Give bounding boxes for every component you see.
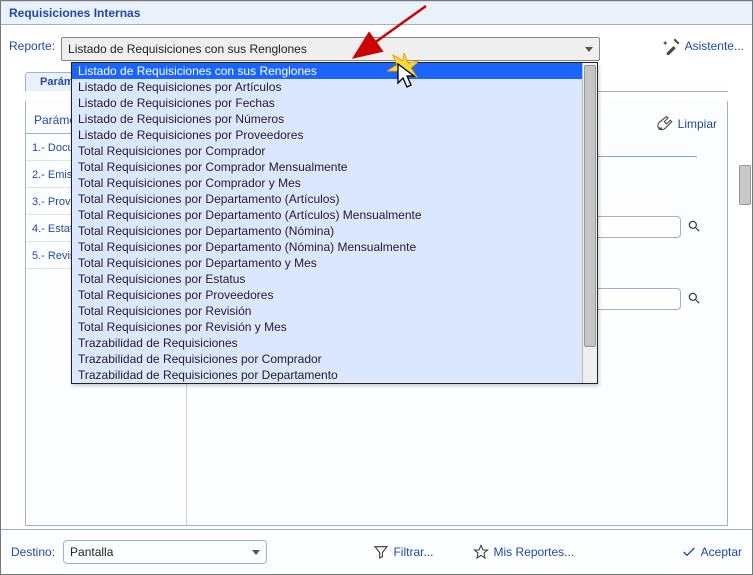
reporte-label: Reporte: xyxy=(9,39,55,53)
destino-select[interactable]: Pantalla xyxy=(63,540,267,564)
reporte-option[interactable]: Total Requisiciones por Comprador Mensua… xyxy=(72,159,597,175)
requisitions-window: Requisiciones Internas Reporte: Listado … xyxy=(0,0,753,575)
chevron-down-icon xyxy=(252,550,260,555)
filter-icon xyxy=(373,544,389,560)
limpiar-button[interactable]: Limpiar xyxy=(656,115,717,133)
reporte-dropdown-list: Listado de Requisiciones con sus Renglon… xyxy=(72,63,597,383)
reporte-option[interactable]: Total Requisiciones por Revisión y Mes xyxy=(72,319,597,335)
reporte-select-value: Listado de Requisiciones con sus Renglon… xyxy=(68,42,307,56)
reporte-option[interactable]: Total Requisiciones por Proveedores xyxy=(72,287,597,303)
reporte-select[interactable]: Listado de Requisiciones con sus Renglon… xyxy=(61,37,600,61)
asistente-button[interactable]: Asistente... xyxy=(663,37,744,55)
reporte-option[interactable]: Total Requisiciones por Departamento (Nó… xyxy=(72,223,597,239)
aceptar-label: Aceptar xyxy=(701,545,742,559)
report-selector-row: Reporte: Listado de Requisiciones con su… xyxy=(1,25,752,65)
reporte-option[interactable]: Total Requisiciones por Departamento (Ar… xyxy=(72,191,597,207)
reporte-option[interactable]: Listado de Requisiciones por Proveedores xyxy=(72,127,597,143)
reporte-option[interactable]: Trazabilidad de Requisiciones por Depart… xyxy=(72,367,597,383)
reporte-option[interactable]: Listado de Requisiciones con sus Renglon… xyxy=(72,63,597,79)
reporte-option[interactable]: Total Requisiciones por Departamento (Ar… xyxy=(72,207,597,223)
wizard-icon xyxy=(663,37,681,55)
bottom-buttons: Filtrar... Mis Reportes... xyxy=(267,544,681,560)
check-icon xyxy=(681,544,697,560)
reporte-option[interactable]: Total Requisiciones por Revisión xyxy=(72,303,597,319)
reporte-dropdown-open[interactable]: Listado de Requisiciones con sus Renglon… xyxy=(71,62,598,384)
limpiar-label: Limpiar xyxy=(678,117,717,131)
reporte-option[interactable]: Listado de Requisiciones por Artículos xyxy=(72,79,597,95)
reporte-option[interactable]: Trazabilidad de Requisiciones xyxy=(72,335,597,351)
reporte-option[interactable]: Total Requisiciones por Departamento y M… xyxy=(72,255,597,271)
aceptar-button[interactable]: Aceptar xyxy=(681,544,742,560)
filtrar-button[interactable]: Filtrar... xyxy=(373,544,433,560)
scrollbar[interactable] xyxy=(739,165,751,205)
star-icon xyxy=(473,544,489,560)
search-icon[interactable] xyxy=(687,291,701,308)
filtrar-label: Filtrar... xyxy=(393,545,433,559)
reporte-option[interactable]: Listado de Requisiciones por Fechas xyxy=(72,95,597,111)
reporte-option[interactable]: Listado de Requisiciones por Números xyxy=(72,111,597,127)
broom-icon xyxy=(656,115,674,133)
page-title: Requisiciones Internas xyxy=(9,6,140,20)
dropdown-scrollbar[interactable] xyxy=(582,63,597,383)
reporte-option[interactable]: Total Requisiciones por Departamento (Nó… xyxy=(72,239,597,255)
destino-value: Pantalla xyxy=(70,545,113,559)
dropdown-scrollbar-thumb[interactable] xyxy=(584,65,596,347)
bottom-bar: Destino: Pantalla Filtrar... Mis Reporte… xyxy=(1,529,752,574)
window-header: Requisiciones Internas xyxy=(1,1,752,25)
reporte-option[interactable]: Trazabilidad de Requisiciones por Compra… xyxy=(72,351,597,367)
asistente-label: Asistente... xyxy=(685,39,744,53)
reporte-option[interactable]: Total Requisiciones por Comprador xyxy=(72,143,597,159)
destino-label: Destino: xyxy=(11,545,55,559)
search-icon[interactable] xyxy=(687,219,701,236)
reporte-option[interactable]: Total Requisiciones por Comprador y Mes xyxy=(72,175,597,191)
mis-reportes-label: Mis Reportes... xyxy=(493,545,574,559)
reporte-option[interactable]: Total Requisiciones por Estatus xyxy=(72,271,597,287)
chevron-down-icon xyxy=(585,47,593,52)
mis-reportes-button[interactable]: Mis Reportes... xyxy=(473,544,574,560)
